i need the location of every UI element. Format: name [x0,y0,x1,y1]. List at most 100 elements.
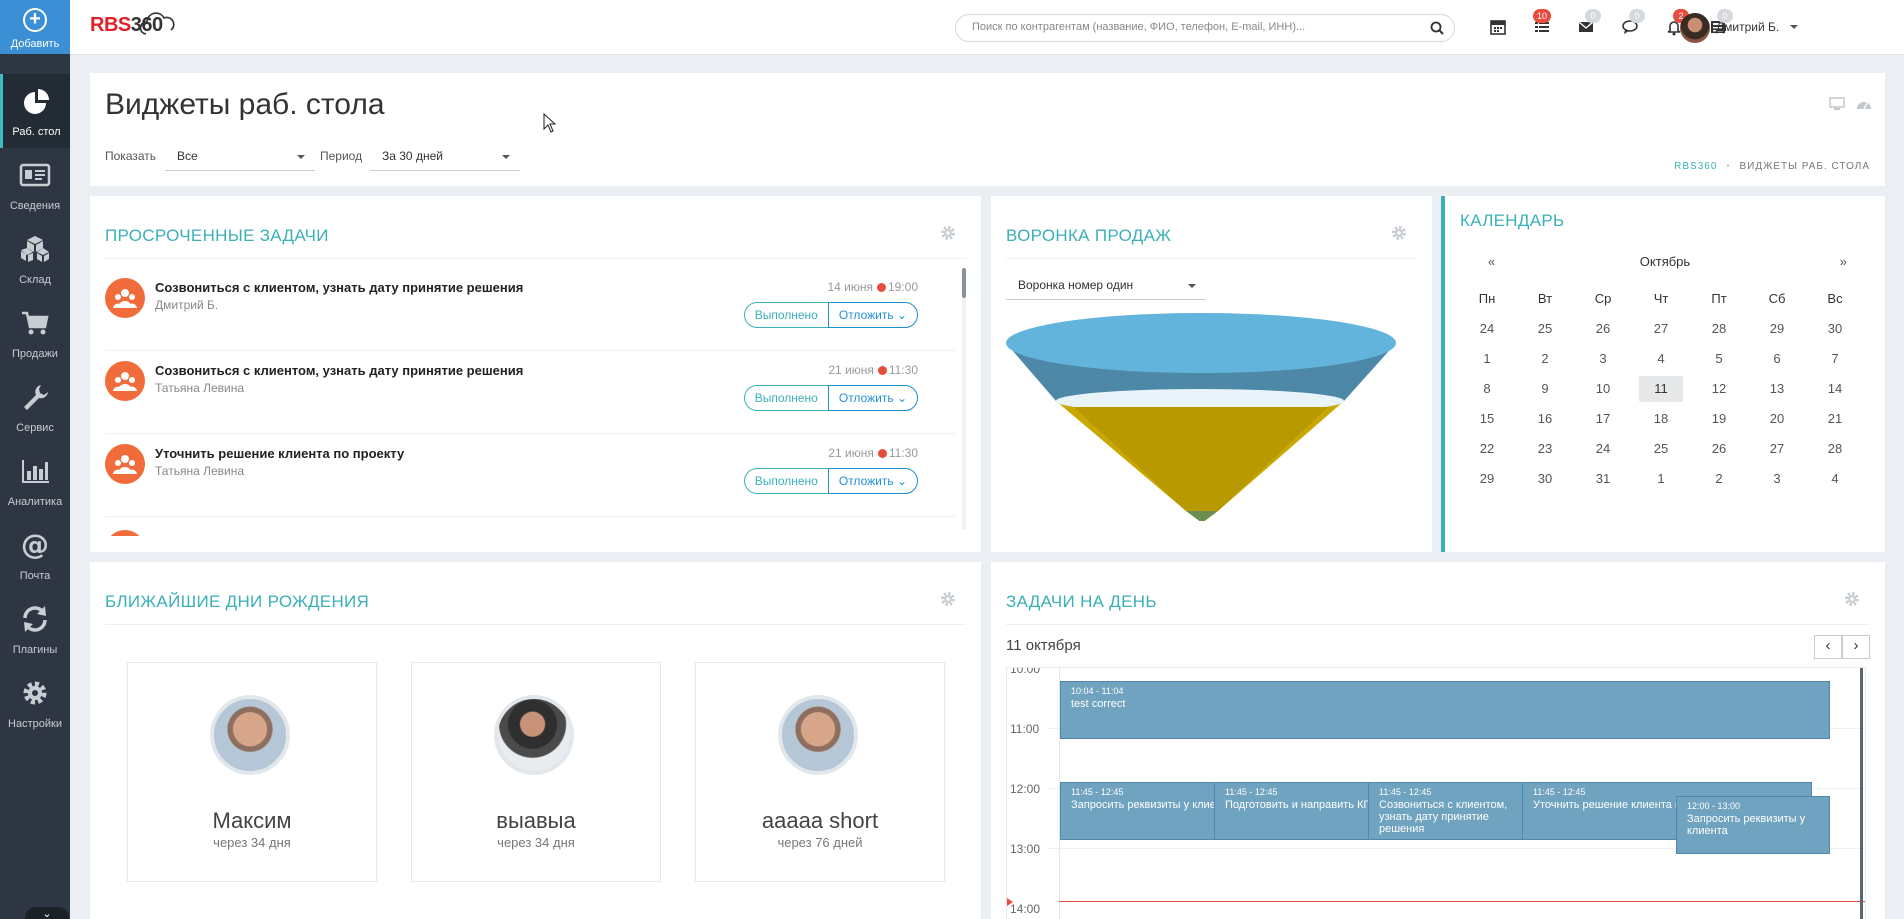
avatar[interactable] [1680,13,1710,43]
task-title[interactable]: Уточнить решение клиента по проекту [155,446,404,461]
calendar-day[interactable]: 9 [1523,376,1567,402]
sidebar-item-sales[interactable]: Продажи [0,296,70,370]
period-select[interactable]: За 30 дней [370,143,520,171]
sidebar-item-warehouse[interactable]: Склад [0,222,70,296]
funnel-select[interactable]: Воронка номер один [1006,272,1206,300]
calendar-day[interactable]: 3 [1581,346,1625,372]
calendar-day[interactable]: 18 [1639,406,1683,432]
done-button[interactable]: Выполнено [743,468,828,494]
calendar-day[interactable]: 10 [1581,376,1625,402]
calendar-day[interactable]: 5 [1697,346,1741,372]
schedule-event[interactable]: 11:45 - 12:45 Запросить реквизиты у клие… [1060,782,1215,840]
calendar-day[interactable]: 2 [1523,346,1567,372]
calendar-day[interactable]: 20 [1755,406,1799,432]
caret-down-icon [297,155,305,163]
show-select[interactable]: Все [165,143,315,171]
calendar-day[interactable]: 24 [1465,316,1509,342]
sidebar-item-settings[interactable]: Настройки [0,666,70,740]
sidebar-item-mail[interactable]: @ Почта [0,518,70,592]
schedule-event[interactable]: 12:00 - 13:00 Запросить реквизиты у клие… [1676,796,1830,854]
calendar-day[interactable]: 30 [1523,466,1567,492]
calendar-day[interactable]: 4 [1639,346,1683,372]
gear-icon[interactable] [1844,591,1860,607]
defer-button[interactable]: Отложить ⌄ [827,302,918,328]
schedule-event[interactable]: 11:45 - 12:45 Подготовить и направить КП [1214,782,1369,840]
calendar-day[interactable]: 31 [1581,466,1625,492]
calendar-day[interactable]: 25 [1639,436,1683,462]
breadcrumb-root[interactable]: RBS360 [1674,161,1717,172]
calendar-day[interactable]: 28 [1697,316,1741,342]
calendar-day[interactable]: 11 [1639,376,1683,402]
schedule-event[interactable]: 11:45 - 12:45 Созвониться с клиентом, уз… [1368,782,1523,840]
chat-tab[interactable]: ⌄ [25,907,69,919]
birthday-card[interactable]: aaaaa short через 76 дней [695,662,945,882]
calendar-day[interactable]: 27 [1755,436,1799,462]
calendar-month[interactable]: Октябрь [1445,254,1885,269]
task-row[interactable]: Созвониться с клиентом, узнать дату прин… [105,355,955,438]
calendar-day[interactable]: 29 [1465,466,1509,492]
scrollbar-track[interactable] [962,298,966,530]
birthday-card[interactable]: выавыа через 34 дня [411,662,661,882]
user-name[interactable]: Дмитрий Б. [1716,20,1779,34]
sidebar-item-analytics[interactable]: Аналитика [0,444,70,518]
search-input[interactable] [972,21,1412,33]
calendar-day[interactable]: 13 [1755,376,1799,402]
scrollbar-thumb[interactable] [1860,668,1863,919]
done-button[interactable]: Выполнено [743,385,828,411]
calendar-day[interactable]: 29 [1755,316,1799,342]
calendar-day[interactable]: 19 [1697,406,1741,432]
funnel-stage-3[interactable] [1186,511,1218,521]
calendar-day[interactable]: 1 [1465,346,1509,372]
defer-button[interactable]: Отложить ⌄ [827,468,918,494]
gear-icon[interactable] [1391,225,1407,241]
calendar-day[interactable]: 17 [1581,406,1625,432]
task-title[interactable]: Созвониться с клиентом, узнать дату прин… [155,280,523,295]
calendar-day[interactable]: 16 [1523,406,1567,432]
chevron-down-icon[interactable] [1790,25,1798,33]
calendar-day[interactable]: 28 [1813,436,1857,462]
calendar-day[interactable]: 4 [1813,466,1857,492]
calendar-day[interactable]: 7 [1813,346,1857,372]
calendar-day[interactable]: 15 [1465,406,1509,432]
sidebar-item-info[interactable]: Сведения [0,148,70,222]
monitor-icon[interactable] [1829,97,1845,111]
calendar-day[interactable]: 1 [1639,466,1683,492]
scrollbar-thumb[interactable] [962,268,966,298]
gear-icon[interactable] [940,225,956,241]
gear-icon[interactable] [940,591,956,607]
calendar-day[interactable]: 21 [1813,406,1857,432]
search-box[interactable] [955,14,1455,42]
sidebar-item-service[interactable]: Сервис [0,370,70,444]
dashboard-icon[interactable] [1855,96,1873,112]
calendar-day[interactable]: 2 [1697,466,1741,492]
calendar-day[interactable]: 12 [1697,376,1741,402]
task-title[interactable]: Созвониться с клиентом, узнать дату прин… [155,363,523,378]
task-row[interactable]: Созвониться с клиентом, узнать дату прин… [105,272,955,355]
search-icon[interactable] [1430,21,1444,35]
calendar-day[interactable]: 27 [1639,316,1683,342]
calendar-day[interactable]: 6 [1755,346,1799,372]
calendar-day[interactable]: 25 [1523,316,1567,342]
calendar-day[interactable]: 8 [1465,376,1509,402]
sidebar-item-desktop[interactable]: Раб. стол [0,74,70,148]
task-row[interactable]: Уточнить решение клиента по проекту Тать… [105,438,955,521]
sidebar-item-plugins[interactable]: Плагины [0,592,70,666]
schedule-event[interactable]: 10:04 - 11:04 test correct [1060,681,1830,739]
calendar-day[interactable]: 3 [1755,466,1799,492]
schedule-next-button[interactable]: › [1842,635,1870,659]
calendar-day[interactable]: 22 [1465,436,1509,462]
calendar-icon[interactable] [1489,18,1507,36]
calendar-day[interactable]: 30 [1813,316,1857,342]
defer-button[interactable]: Отложить ⌄ [827,385,918,411]
calendar-day[interactable]: 26 [1697,436,1741,462]
done-button[interactable]: Выполнено [743,302,828,328]
schedule-prev-button[interactable]: ‹ [1814,635,1842,659]
calendar-day[interactable]: 14 [1813,376,1857,402]
add-button[interactable]: + Добавить [0,0,70,54]
calendar-day[interactable]: 24 [1581,436,1625,462]
calendar-next[interactable]: » [1840,254,1847,269]
calendar-day[interactable]: 23 [1523,436,1567,462]
calendar-day[interactable]: 26 [1581,316,1625,342]
birthday-card[interactable]: Максим через 34 дня [127,662,377,882]
logo[interactable]: RBS360 [90,12,175,37]
